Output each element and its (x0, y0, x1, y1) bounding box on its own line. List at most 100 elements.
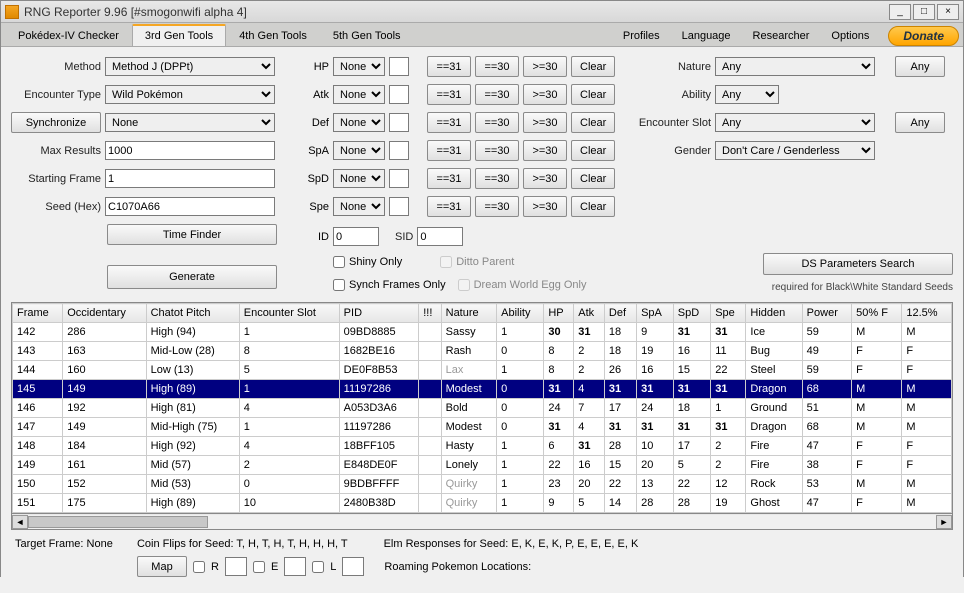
column-header[interactable]: Power (802, 304, 851, 323)
encounter-slot-select[interactable]: Any (715, 113, 875, 132)
spa-ge30-button[interactable]: >=30 (523, 140, 567, 161)
atk-compare-select[interactable]: None (333, 85, 385, 104)
spe-eq31-button[interactable]: ==31 (427, 196, 471, 217)
atk-value-input[interactable] (389, 85, 409, 104)
spe-clear-button[interactable]: Clear (571, 196, 615, 217)
def-eq30-button[interactable]: ==30 (475, 112, 519, 133)
column-header[interactable]: Ability (497, 304, 544, 323)
tab-gen3[interactable]: 3rd Gen Tools (132, 24, 226, 46)
tab-gen4[interactable]: 4th Gen Tools (226, 25, 320, 46)
hp-compare-select[interactable]: None (333, 57, 385, 76)
table-row[interactable]: 148184High (92)418BFF105Hasty16312810172… (13, 437, 952, 456)
hp-clear-button[interactable]: Clear (571, 56, 615, 77)
atk-ge30-button[interactable]: >=30 (523, 84, 567, 105)
column-header[interactable]: Encounter Slot (239, 304, 339, 323)
table-row[interactable]: 144160Low (13)5DE0F8B53Lax18226161522Ste… (13, 361, 952, 380)
column-header[interactable]: PID (339, 304, 419, 323)
table-row[interactable]: 147149Mid-High (75)111197286Modest031431… (13, 418, 952, 437)
close-button[interactable]: × (937, 4, 959, 20)
column-header[interactable]: Nature (441, 304, 497, 323)
atk-eq30-button[interactable]: ==30 (475, 84, 519, 105)
column-header[interactable]: Def (604, 304, 636, 323)
encounter-slot-any-button[interactable]: Any (895, 112, 945, 133)
tab-gen5[interactable]: 5th Gen Tools (320, 25, 414, 46)
nature-any-button[interactable]: Any (895, 56, 945, 77)
max-results-input[interactable] (105, 141, 275, 160)
column-header[interactable]: !!! (419, 304, 441, 323)
spd-value-input[interactable] (389, 169, 409, 188)
e-input[interactable] (284, 557, 306, 576)
table-row[interactable]: 151175High (89)102480B38DQuirky195142828… (13, 494, 952, 513)
id-input[interactable] (333, 227, 379, 246)
tab-options[interactable]: Options (820, 25, 880, 46)
sid-input[interactable] (417, 227, 463, 246)
column-header[interactable]: Atk (574, 304, 605, 323)
def-eq31-button[interactable]: ==31 (427, 112, 471, 133)
def-compare-select[interactable]: None (333, 113, 385, 132)
atk-clear-button[interactable]: Clear (571, 84, 615, 105)
r-input[interactable] (225, 557, 247, 576)
l-checkbox[interactable] (312, 561, 324, 573)
column-header[interactable]: Frame (13, 304, 63, 323)
r-checkbox[interactable] (193, 561, 205, 573)
table-row[interactable]: 146192High (81)4A053D3A6Bold02471724181G… (13, 399, 952, 418)
tab-pokedex[interactable]: Pokédex-IV Checker (5, 25, 132, 46)
spe-eq30-button[interactable]: ==30 (475, 196, 519, 217)
ability-select[interactable]: Any (715, 85, 779, 104)
def-ge30-button[interactable]: >=30 (523, 112, 567, 133)
spa-clear-button[interactable]: Clear (571, 140, 615, 161)
donate-button[interactable]: Donate (888, 26, 959, 46)
spd-compare-select[interactable]: None (333, 169, 385, 188)
table-row[interactable]: 150152Mid (53)09BDBFFFFQuirky12320221322… (13, 475, 952, 494)
synch-frames-checkbox[interactable] (333, 279, 345, 291)
spe-ge30-button[interactable]: >=30 (523, 196, 567, 217)
spd-eq30-button[interactable]: ==30 (475, 168, 519, 189)
scroll-left-button[interactable]: ◄ (12, 515, 28, 529)
spd-eq31-button[interactable]: ==31 (427, 168, 471, 189)
def-value-input[interactable] (389, 113, 409, 132)
def-clear-button[interactable]: Clear (571, 112, 615, 133)
map-button[interactable]: Map (137, 556, 187, 577)
spd-ge30-button[interactable]: >=30 (523, 168, 567, 189)
maximize-button[interactable]: □ (913, 4, 935, 20)
column-header[interactable]: Hidden (746, 304, 802, 323)
column-header[interactable]: HP (544, 304, 574, 323)
time-finder-button[interactable]: Time Finder (107, 224, 277, 245)
hp-ge30-button[interactable]: >=30 (523, 56, 567, 77)
column-header[interactable]: Occidentary (63, 304, 146, 323)
nature-select[interactable]: Any (715, 57, 875, 76)
spa-compare-select[interactable]: None (333, 141, 385, 160)
scroll-thumb[interactable] (28, 516, 208, 528)
table-row[interactable]: 142286High (94)109BD8885Sassy13031189313… (13, 323, 952, 342)
column-header[interactable]: 50% F (852, 304, 902, 323)
results-grid[interactable]: FrameOccidentaryChatot PitchEncounter Sl… (11, 302, 953, 514)
synchronize-select[interactable]: None (105, 113, 275, 132)
scroll-right-button[interactable]: ► (936, 515, 952, 529)
minimize-button[interactable]: _ (889, 4, 911, 20)
e-checkbox[interactable] (253, 561, 265, 573)
l-input[interactable] (342, 557, 364, 576)
hp-eq31-button[interactable]: ==31 (427, 56, 471, 77)
hp-value-input[interactable] (389, 57, 409, 76)
seed-input[interactable] (105, 197, 275, 216)
column-header[interactable]: Chatot Pitch (146, 304, 239, 323)
encounter-type-select[interactable]: Wild Pokémon (105, 85, 275, 104)
spa-eq30-button[interactable]: ==30 (475, 140, 519, 161)
tab-language[interactable]: Language (671, 25, 742, 46)
horizontal-scrollbar[interactable]: ◄ ► (11, 514, 953, 530)
column-header[interactable]: SpA (637, 304, 674, 323)
synchronize-button[interactable]: Synchronize (11, 112, 101, 133)
spe-value-input[interactable] (389, 197, 409, 216)
table-row[interactable]: 145149High (89)111197286Modest0314313131… (13, 380, 952, 399)
column-header[interactable]: Spe (711, 304, 746, 323)
spe-compare-select[interactable]: None (333, 197, 385, 216)
generate-button[interactable]: Generate (107, 265, 277, 289)
spa-value-input[interactable] (389, 141, 409, 160)
tab-profiles[interactable]: Profiles (612, 25, 671, 46)
tab-researcher[interactable]: Researcher (742, 25, 821, 46)
ds-parameters-search-button[interactable]: DS Parameters Search (763, 253, 953, 275)
table-row[interactable]: 149161Mid (57)2E848DE0FLonely12216152052… (13, 456, 952, 475)
column-header[interactable]: SpD (673, 304, 710, 323)
gender-select[interactable]: Don't Care / Genderless (715, 141, 875, 160)
starting-frame-input[interactable] (105, 169, 275, 188)
